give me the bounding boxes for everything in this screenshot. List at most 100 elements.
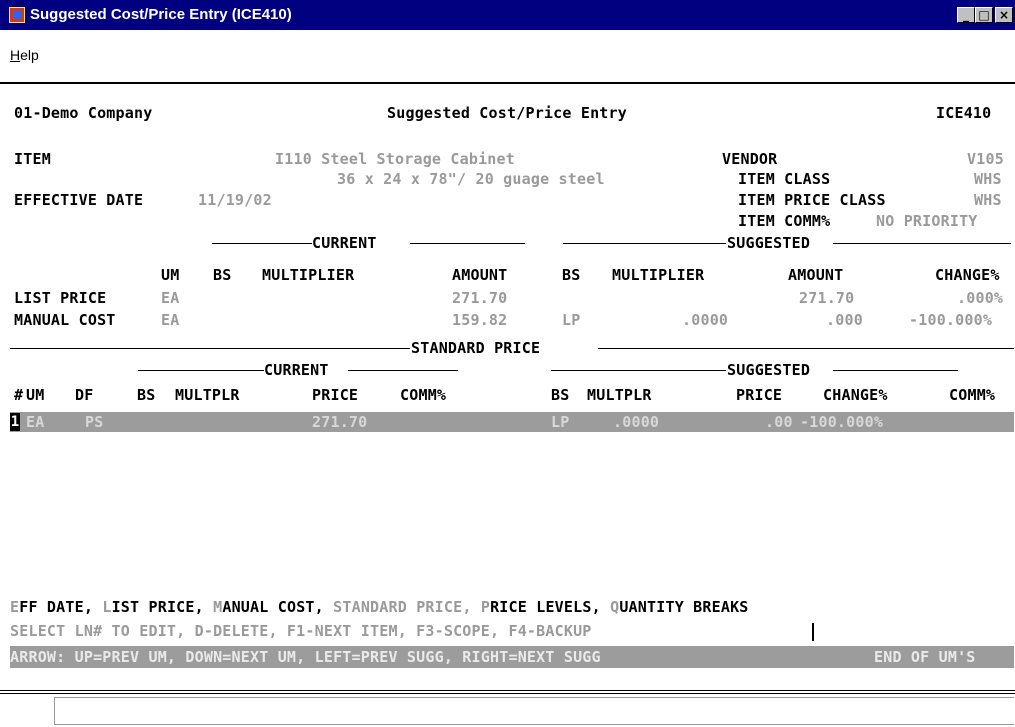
minimize-button[interactable]: _ (957, 7, 975, 23)
cmd-list-price[interactable]: IST PRICE, (112, 598, 204, 616)
effective-date-label: EFFECTIVE DATE (14, 191, 144, 209)
item-description: 36 x 24 x 78"/ 20 guage steel (337, 170, 605, 188)
col-bs: BS (213, 266, 232, 284)
standard-price-rule-right (598, 348, 1014, 349)
sp-col-um: UM (26, 386, 45, 404)
screen-title: Suggested Cost/Price Entry (387, 104, 627, 122)
app-icon[interactable] (9, 7, 25, 23)
list-price-label: LIST PRICE (14, 289, 107, 307)
list-price-change: .000% (957, 289, 1004, 307)
manual-cost-um: EA (161, 311, 180, 329)
sp-col-comm: COMM% (400, 386, 447, 404)
list-price-suggested-amount[interactable]: 271.70 (799, 289, 854, 307)
list-price-amount: 271.70 (452, 289, 508, 307)
window-title: Suggested Cost/Price Entry (ICE410) (30, 6, 292, 23)
cmd-qty-accel[interactable]: Q (610, 598, 619, 616)
manual-cost-suggested-amount[interactable]: .000 (826, 311, 863, 329)
row-df: PS (85, 413, 104, 431)
cmd-standard-price[interactable]: STANDARD PRICE, (333, 598, 471, 616)
status-bar: ARROW: UP=PREV UM, DOWN=NEXT UM, LEFT=PR… (10, 646, 1014, 668)
line-number[interactable]: 1 (10, 413, 20, 431)
manual-cost-suggested-bs[interactable]: LP (562, 311, 580, 329)
row-suggested-multplr: .0000 (613, 413, 660, 431)
manual-cost-change: -100.000% (909, 311, 993, 329)
col-bs-suggested: BS (562, 266, 581, 284)
sp-current-header: CURRENT (264, 361, 329, 379)
cmd-man-accel[interactable]: M (213, 598, 222, 616)
terminal-screen: 01-Demo Company Suggested Cost/Price Ent… (0, 84, 1015, 684)
item-price-class-label: ITEM PRICE CLASS (738, 191, 886, 209)
sp-current-rule-right (348, 370, 458, 371)
sp-col-price: PRICE (312, 386, 359, 404)
cmd-eff-date[interactable]: FF DATE, (19, 598, 93, 616)
sp-col-bs: BS (137, 386, 156, 404)
suggested-rule-right (833, 243, 1011, 244)
arrow-help: ARROW: UP=PREV UM, DOWN=NEXT UM, LEFT=PR… (10, 648, 601, 666)
manual-cost-suggested-multiplier[interactable]: .0000 (682, 311, 728, 329)
sp-col-change: CHANGE% (823, 386, 888, 404)
current-rule-right (410, 243, 525, 244)
item-value[interactable]: I110 Steel Storage Cabinet (275, 150, 515, 168)
cmd-eff-accel[interactable]: E (10, 598, 19, 616)
maximize-button[interactable]: □ (975, 7, 993, 23)
standard-price-header: STANDARD PRICE (411, 339, 541, 357)
close-button[interactable]: × (995, 7, 1013, 23)
cmd-price-levels[interactable]: RICE LEVELS, (490, 598, 601, 616)
table-row[interactable]: 1 EA PS 271.70 LP .0000 .00 -100.000% (10, 412, 1014, 432)
manual-cost-amount: 159.82 (452, 311, 508, 329)
menu-bar: Help (0, 30, 1015, 82)
divider (0, 693, 1015, 694)
current-header: CURRENT (312, 234, 377, 252)
row-change: -100.000% (800, 413, 884, 431)
item-comm-value: NO PRIORITY (876, 212, 978, 230)
cmd-quantity-breaks[interactable]: UANTITY BREAKS (619, 598, 748, 616)
item-label: ITEM (14, 150, 51, 168)
effective-date-value[interactable]: 11/19/02 (198, 191, 272, 209)
sp-suggested-rule-left (551, 370, 726, 371)
item-comm-label: ITEM COMM% (738, 212, 831, 230)
item-class-value: WHS (974, 170, 1002, 188)
divider (0, 690, 1015, 691)
prompt-line: SELECT LN# TO EDIT, D-DELETE, F1-NEXT IT… (10, 622, 592, 640)
status-panel (54, 697, 1014, 725)
col-amount: AMOUNT (452, 266, 508, 284)
sp-col-multplr-suggested: MULTPLR (587, 386, 652, 404)
row-price: 271.70 (312, 413, 368, 431)
vendor-value: V105 (967, 150, 1004, 168)
col-um: UM (161, 266, 180, 284)
list-price-um: EA (161, 289, 180, 307)
cmd-list-accel[interactable]: L (102, 598, 111, 616)
row-suggested-bs: LP (551, 413, 570, 431)
sp-current-rule-left (138, 370, 264, 371)
company-name: 01-Demo Company (14, 104, 153, 122)
col-change: CHANGE% (935, 266, 1000, 284)
program-id: ICE410 (936, 104, 992, 122)
title-bar: Suggested Cost/Price Entry (ICE410) _ □ … (0, 0, 1015, 30)
cmd-lev-accel[interactable]: P (481, 598, 490, 616)
item-price-class-value: WHS (974, 191, 1002, 209)
row-suggested-price: .00 (765, 413, 793, 431)
sp-col-comm-suggested: COMM% (949, 386, 996, 404)
suggested-header: SUGGESTED (727, 234, 811, 252)
row-um: EA (26, 413, 45, 431)
menu-help[interactable]: Help (10, 47, 39, 63)
col-amount-suggested: AMOUNT (788, 266, 844, 284)
command-menu: EFF DATE, LIST PRICE, MANUAL COST, STAND… (10, 598, 749, 616)
sp-col-bs-suggested: BS (551, 386, 570, 404)
end-message: END OF UM'S (874, 648, 976, 666)
vendor-label: VENDOR (722, 150, 778, 168)
suggested-rule-left (563, 243, 726, 244)
sp-col-multplr: MULTPLR (175, 386, 240, 404)
menu-help-text: elp (20, 47, 39, 63)
current-rule-left (212, 243, 312, 244)
text-cursor (812, 623, 814, 641)
sp-col-price-suggested: PRICE (736, 386, 783, 404)
sp-col-line: # (14, 386, 24, 404)
col-multiplier: MULTIPLIER (262, 266, 355, 284)
cmd-manual-cost[interactable]: ANUAL COST, (222, 598, 324, 616)
manual-cost-label: MANUAL COST (14, 311, 116, 329)
sp-suggested-header: SUGGESTED (727, 361, 811, 379)
sp-col-df: DF (75, 386, 94, 404)
sp-suggested-rule-right (833, 370, 958, 371)
item-class-label: ITEM CLASS (738, 170, 831, 188)
